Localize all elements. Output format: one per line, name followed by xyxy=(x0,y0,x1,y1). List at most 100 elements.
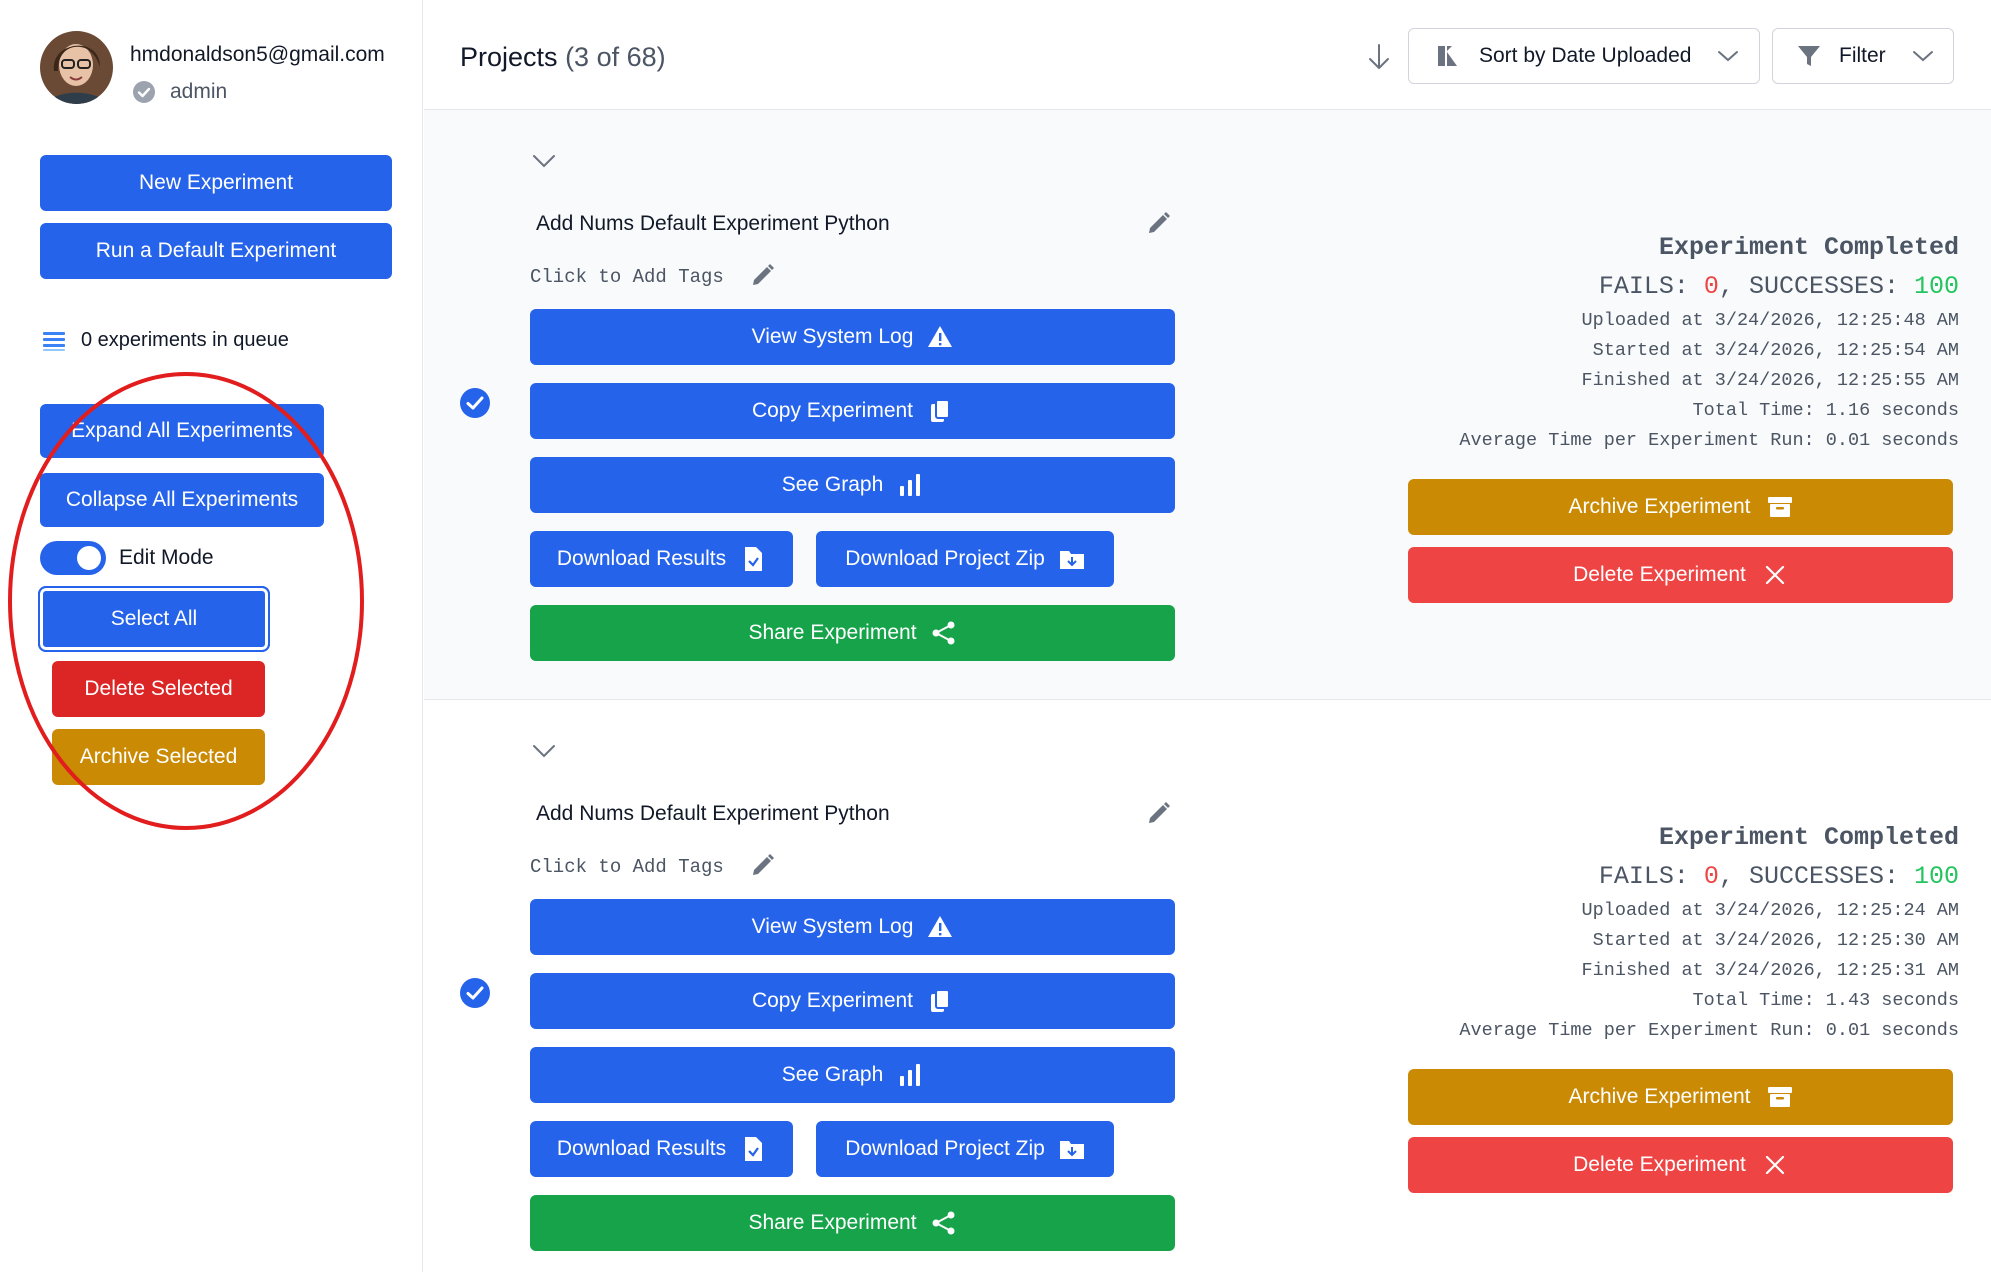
close-x-icon xyxy=(1765,565,1784,585)
filter-label: Filter xyxy=(1839,44,1886,67)
total-time: Total Time: 1.43 seconds xyxy=(1692,990,1959,1011)
edit-title-pencil-icon[interactable] xyxy=(1146,210,1172,236)
experiment-title: Add Nums Default Experiment Python xyxy=(536,212,890,235)
archive-selected-button[interactable]: Archive Selected xyxy=(52,729,265,785)
see-graph-button[interactable]: See Graph xyxy=(530,457,1175,513)
see-graph-label: See Graph xyxy=(781,473,884,496)
average-time: Average Time per Experiment Run: 0.01 se… xyxy=(1459,430,1959,451)
toggle-knob xyxy=(77,546,101,570)
status-title: Experiment Completed xyxy=(1658,233,1959,262)
status-title: Experiment Completed xyxy=(1658,823,1959,852)
delete-experiment-label: Delete Experiment xyxy=(1573,563,1746,586)
page-title: Projects (3 of 68) xyxy=(460,42,666,73)
projects-header: Projects (3 of 68) Sort by Date Uploaded… xyxy=(424,0,1991,110)
experiment-card: Add Nums Default Experiment Python Click… xyxy=(424,700,1991,1272)
uploaded-at: Uploaded at 3/24/2026, 12:25:24 AM xyxy=(1581,900,1959,921)
share-experiment-button[interactable]: Share Experiment xyxy=(530,1195,1175,1251)
see-graph-button[interactable]: See Graph xyxy=(530,1047,1175,1103)
successes-count: 100 xyxy=(1913,272,1959,301)
new-experiment-button[interactable]: New Experiment xyxy=(40,155,392,211)
avatar[interactable] xyxy=(40,31,113,104)
view-system-log-button[interactable]: View System Log xyxy=(530,899,1175,955)
archive-box-icon xyxy=(1767,1087,1792,1107)
expand-all-button[interactable]: Expand All Experiments xyxy=(40,404,324,458)
collapse-chevron-icon[interactable] xyxy=(532,154,556,168)
view-system-log-button[interactable]: View System Log xyxy=(530,309,1175,365)
archive-experiment-label: Archive Experiment xyxy=(1568,1085,1751,1108)
add-tags-text[interactable]: Click to Add Tags xyxy=(530,266,724,288)
download-project-zip-label: Download Project Zip xyxy=(845,1137,1045,1160)
sort-direction-arrow-icon[interactable] xyxy=(1366,42,1392,72)
fails-successes: FAILS: 0, SUCCESSES: 100 xyxy=(1459,862,1959,891)
fails-count: 0 xyxy=(1703,862,1719,891)
copy-icon xyxy=(931,989,951,1012)
started-at: Started at 3/24/2026, 12:25:30 AM xyxy=(1592,930,1959,951)
project-count: (3 of 68) xyxy=(565,42,666,72)
download-results-button[interactable]: Download Results xyxy=(530,1121,793,1177)
copy-experiment-label: Copy Experiment xyxy=(751,989,914,1012)
file-download-icon xyxy=(745,547,763,571)
user-role: admin xyxy=(170,80,228,103)
collapse-all-button[interactable]: Collapse All Experiments xyxy=(40,473,324,527)
chevron-down-icon xyxy=(1912,51,1933,62)
delete-experiment-button[interactable]: Delete Experiment xyxy=(1408,547,1953,603)
download-project-zip-label: Download Project Zip xyxy=(845,547,1045,570)
delete-experiment-button[interactable]: Delete Experiment xyxy=(1408,1137,1953,1193)
fails-successes: FAILS: 0, SUCCESSES: 100 xyxy=(1459,272,1959,301)
collapse-chevron-icon[interactable] xyxy=(532,744,556,758)
queue-status: 0 experiments in queue xyxy=(43,329,289,352)
bar-chart-icon xyxy=(900,1064,921,1086)
filter-dropdown[interactable]: Filter xyxy=(1772,28,1954,84)
copy-icon xyxy=(931,399,951,422)
started-at: Started at 3/24/2026, 12:25:54 AM xyxy=(1592,340,1959,361)
select-all-button[interactable]: Select All xyxy=(38,586,270,652)
delete-experiment-label: Delete Experiment xyxy=(1573,1153,1746,1176)
edit-tags-pencil-icon[interactable] xyxy=(750,852,776,878)
edit-tags-pencil-icon[interactable] xyxy=(750,262,776,288)
edit-title-pencil-icon[interactable] xyxy=(1146,800,1172,826)
view-system-log-label: View System Log xyxy=(751,915,914,938)
successes-count: 100 xyxy=(1913,862,1959,891)
download-project-zip-button[interactable]: Download Project Zip xyxy=(816,1121,1114,1177)
experiment-title: Add Nums Default Experiment Python xyxy=(536,802,890,825)
archive-experiment-label: Archive Experiment xyxy=(1568,495,1751,518)
close-x-icon xyxy=(1765,1155,1784,1175)
archive-experiment-button[interactable]: Archive Experiment xyxy=(1408,479,1953,535)
bar-chart-icon xyxy=(900,474,921,496)
archive-box-icon xyxy=(1767,497,1792,517)
experiment-status: Experiment Completed FAILS: 0, SUCCESSES… xyxy=(1459,823,1959,1041)
fails-label: FAILS: xyxy=(1598,862,1704,891)
copy-experiment-label: Copy Experiment xyxy=(751,399,914,422)
run-default-experiment-button[interactable]: Run a Default Experiment xyxy=(40,223,392,279)
delete-selected-button[interactable]: Delete Selected xyxy=(52,661,265,717)
share-icon xyxy=(932,1211,955,1235)
sidebar: hmdonaldson5@gmail.com admin New Experim… xyxy=(0,0,423,1272)
experiment-status: Experiment Completed FAILS: 0, SUCCESSES… xyxy=(1459,233,1959,451)
verified-check-icon xyxy=(133,81,155,103)
folder-download-icon xyxy=(1059,551,1084,569)
copy-experiment-button[interactable]: Copy Experiment xyxy=(530,973,1175,1029)
uploaded-at: Uploaded at 3/24/2026, 12:25:48 AM xyxy=(1581,310,1959,331)
page-title-text: Projects xyxy=(460,42,558,72)
finished-at: Finished at 3/24/2026, 12:25:55 AM xyxy=(1581,370,1959,391)
add-tags-text[interactable]: Click to Add Tags xyxy=(530,856,724,878)
download-project-zip-button[interactable]: Download Project Zip xyxy=(816,531,1114,587)
selected-check-icon[interactable] xyxy=(459,977,491,1009)
share-experiment-button[interactable]: Share Experiment xyxy=(530,605,1175,661)
chevron-down-icon xyxy=(1718,51,1739,62)
download-results-button[interactable]: Download Results xyxy=(530,531,793,587)
selected-check-icon[interactable] xyxy=(459,387,491,419)
finished-at: Finished at 3/24/2026, 12:25:31 AM xyxy=(1581,960,1959,981)
share-experiment-label: Share Experiment xyxy=(748,1211,917,1234)
copy-experiment-button[interactable]: Copy Experiment xyxy=(530,383,1175,439)
sort-icon xyxy=(1438,46,1457,66)
total-time: Total Time: 1.16 seconds xyxy=(1692,400,1959,421)
filter-funnel-icon xyxy=(1798,46,1820,66)
archive-experiment-button[interactable]: Archive Experiment xyxy=(1408,1069,1953,1125)
successes-label: , SUCCESSES: xyxy=(1718,862,1914,891)
edit-mode-toggle[interactable] xyxy=(40,541,106,575)
edit-mode-label: Edit Mode xyxy=(119,546,214,569)
share-experiment-label: Share Experiment xyxy=(748,621,917,644)
experiment-card: Add Nums Default Experiment Python Click… xyxy=(424,110,1991,700)
sort-dropdown[interactable]: Sort by Date Uploaded xyxy=(1408,28,1760,84)
